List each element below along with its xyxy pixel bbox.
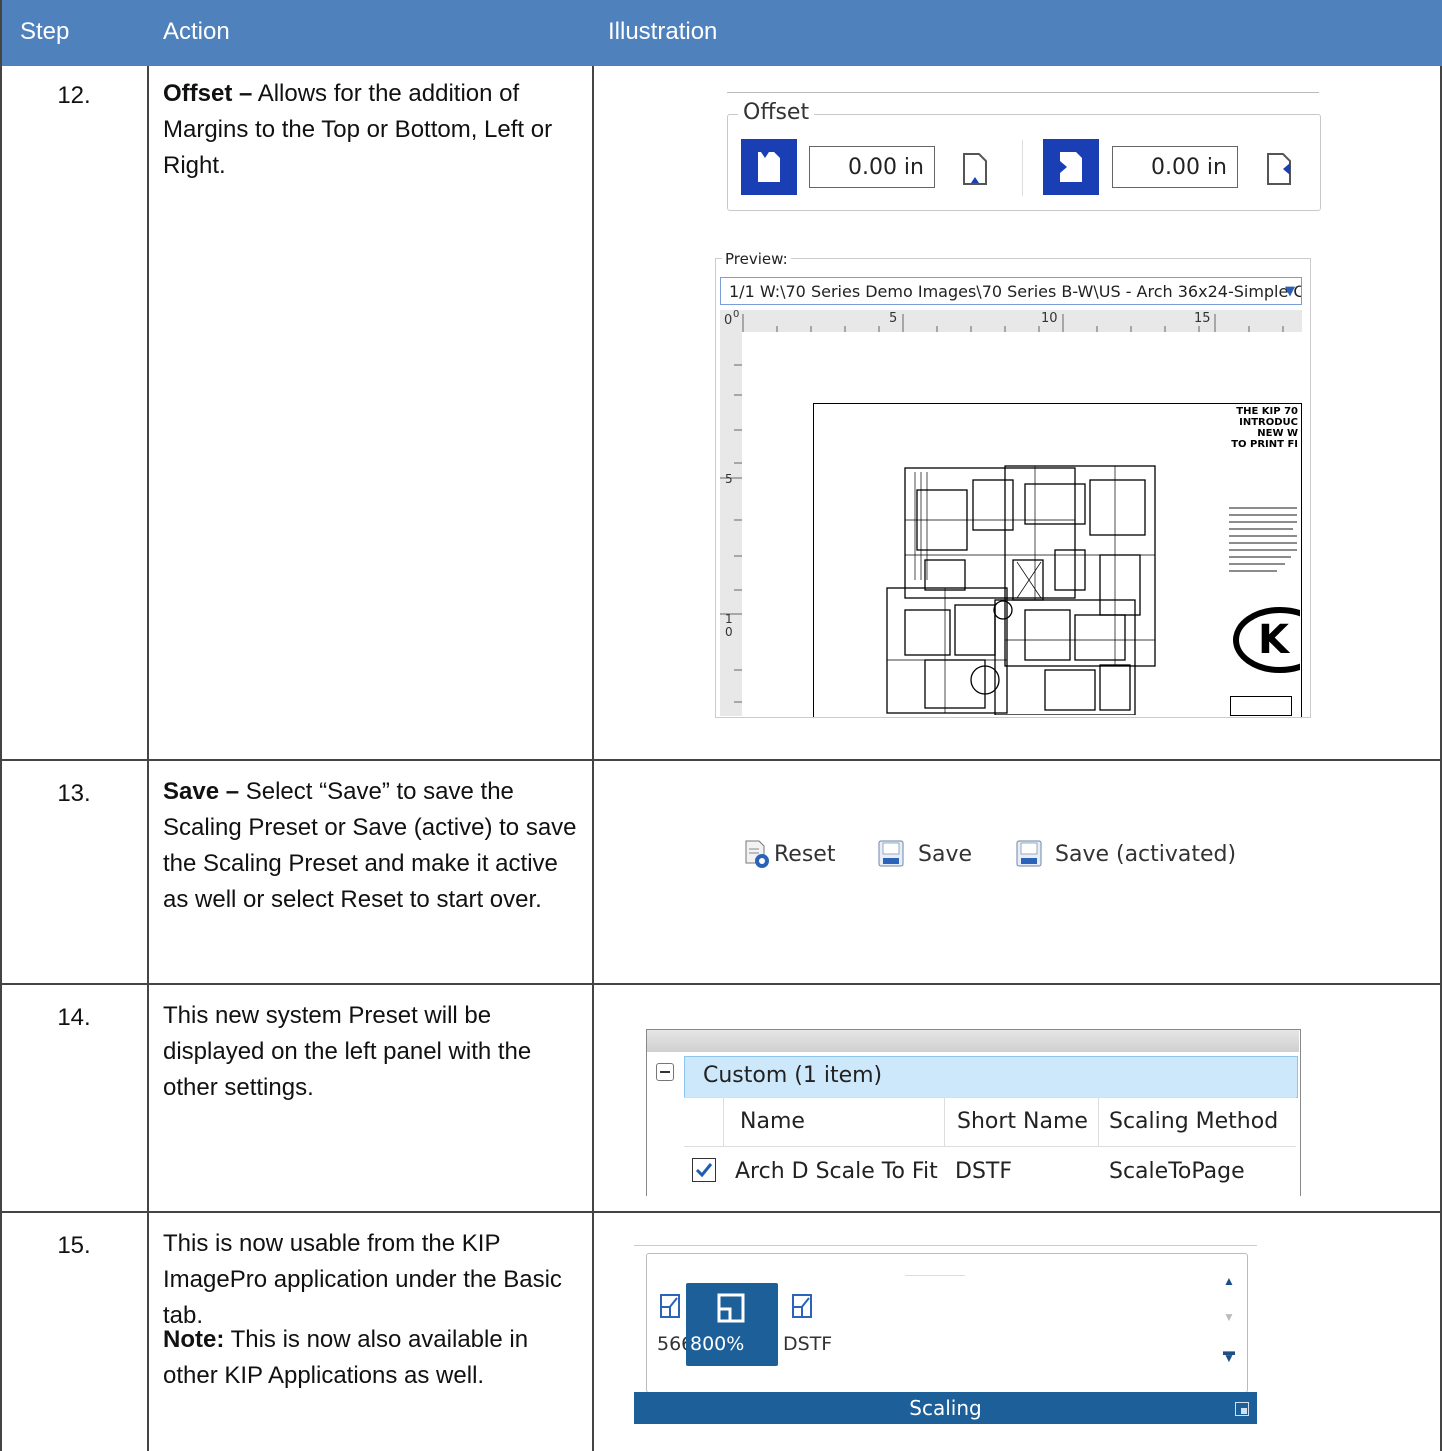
reset-label[interactable]: Reset xyxy=(774,842,835,867)
column-header-name[interactable]: Name xyxy=(740,1109,805,1134)
check-icon xyxy=(695,1163,713,1178)
floor-plan-image xyxy=(885,460,1175,720)
save-label[interactable]: Save xyxy=(918,842,972,867)
scale-icon xyxy=(792,1294,812,1318)
offset-label: Offset xyxy=(738,100,815,125)
scroll-down-icon[interactable]: ▼ xyxy=(1223,1310,1235,1324)
preset-short-cell[interactable]: DSTF xyxy=(955,1159,1012,1184)
ruler-h-label: 0 xyxy=(733,309,740,320)
stamp-box xyxy=(1230,696,1292,716)
kip-logo: K xyxy=(1230,605,1300,675)
header-action: Action xyxy=(163,18,230,45)
header-illustration: Illustration xyxy=(608,18,718,45)
fine-print xyxy=(1227,500,1299,585)
column-header-scaling-method[interactable]: Scaling Method xyxy=(1109,1109,1278,1134)
page-bottom-icon[interactable] xyxy=(962,152,988,191)
action-text: Save – Select “Save” to save the Scaling… xyxy=(163,774,578,918)
preview-label: Preview: xyxy=(722,250,791,268)
ruler-h-label: 5 xyxy=(889,311,898,326)
ruler-h-label: 0 xyxy=(724,313,733,328)
page-right-icon[interactable] xyxy=(1266,152,1292,191)
top-margin-button[interactable] xyxy=(741,139,797,195)
top-offset-input[interactable]: 0.00 in xyxy=(809,146,935,188)
action-term: Offset – xyxy=(163,80,253,107)
floppy-icon xyxy=(878,840,904,867)
action-text: Offset – Allows for the addition of Marg… xyxy=(163,76,578,184)
ruler-v-label: 1 xyxy=(725,612,733,626)
title-line: TO PRINT FI xyxy=(1231,439,1298,450)
ribbon-divider xyxy=(905,1275,965,1276)
ribbon-group-label: Scaling xyxy=(909,1396,982,1420)
row-divider-1 xyxy=(0,759,1442,761)
action-text: This new system Preset will be displayed… xyxy=(163,1002,532,1101)
page-left-icon xyxy=(1060,152,1082,182)
col-line xyxy=(944,1098,945,1146)
table-header: Step Action Illustration xyxy=(0,0,1442,66)
preview-file-value: 1/1 W:\70 Series Demo Images\70 Series B… xyxy=(729,282,1302,301)
save-activated-button[interactable] xyxy=(1015,839,1043,874)
title-line: NEW W xyxy=(1257,428,1298,439)
preset-name-cell[interactable]: Arch D Scale To Fit xyxy=(735,1159,938,1184)
header-step: Step xyxy=(20,18,70,45)
preview-file-select[interactable]: 1/1 W:\70 Series Demo Images\70 Series B… xyxy=(720,277,1302,305)
row-divider-2 xyxy=(0,983,1442,985)
col-line xyxy=(723,1098,724,1146)
expand-gallery-icon[interactable]: ▬ ▼ xyxy=(1223,1345,1235,1364)
row-divider-3 xyxy=(0,1211,1442,1213)
step-number: 12. xyxy=(57,82,91,109)
left-margin-button[interactable] xyxy=(1043,139,1099,195)
save-activated-label[interactable]: Save (activated) xyxy=(1055,842,1236,867)
column-header-short-name[interactable]: Short Name xyxy=(957,1109,1088,1134)
step-number: 13. xyxy=(57,780,91,807)
row-line xyxy=(684,1097,1296,1098)
scroll-up-icon[interactable]: ▲ xyxy=(1223,1274,1235,1288)
step-number: 14. xyxy=(57,1004,91,1031)
floppy-icon xyxy=(1016,840,1042,867)
section-separator xyxy=(727,92,1319,93)
ruler-v-label: 5 xyxy=(725,472,733,486)
left-offset-input[interactable]: 0.00 in xyxy=(1112,146,1238,188)
scale-icon xyxy=(717,1293,745,1323)
title-block: THE KIP 70 INTRODUC NEW W TO PRINT FI xyxy=(1226,406,1298,450)
action-term: Save – xyxy=(163,778,240,805)
collapse-icon[interactable] xyxy=(656,1063,674,1081)
scale-800-label[interactable]: 800% xyxy=(690,1333,744,1355)
reset-button[interactable] xyxy=(744,839,770,874)
vertical-ruler xyxy=(720,332,742,716)
reset-icon xyxy=(745,840,769,868)
scale-dstf-label[interactable]: DSTF xyxy=(783,1333,832,1355)
step-number: 15. xyxy=(57,1232,91,1259)
ruler-h-label: 15 xyxy=(1194,311,1211,326)
action-text: This is now usable from the KIP ImagePro… xyxy=(163,1230,562,1329)
row-checkbox[interactable] xyxy=(692,1158,716,1182)
title-line: THE KIP 70 xyxy=(1236,406,1298,417)
instruction-table: Step Action Illustration 12. Offset – Al… xyxy=(0,0,1442,1451)
ribbon-group-bar: Scaling xyxy=(634,1392,1257,1424)
save-button[interactable] xyxy=(877,839,905,874)
col-line xyxy=(1098,1098,1099,1146)
row-line xyxy=(684,1146,1296,1147)
logo-letter: K xyxy=(1258,617,1289,663)
ruler-v-label: 0 xyxy=(725,625,733,639)
preset-method-cell[interactable]: ScaleToPage xyxy=(1109,1159,1245,1184)
chevron-down-icon: ▼ xyxy=(1285,284,1295,299)
group-label: Custom (1 item) xyxy=(703,1063,883,1088)
note-label: Note: xyxy=(163,1326,225,1353)
horizontal-ruler xyxy=(720,310,1302,332)
grid-titlebar xyxy=(647,1030,1299,1052)
ribbon-top-line xyxy=(634,1245,1257,1246)
dialog-launcher-icon[interactable] xyxy=(1235,1402,1249,1416)
ruler-h-label: 10 xyxy=(1041,311,1058,326)
divider xyxy=(1022,140,1023,196)
title-line: INTRODUC xyxy=(1239,417,1298,428)
note-text: Note: This is now also available in othe… xyxy=(163,1322,578,1394)
page-top-icon xyxy=(758,152,780,182)
